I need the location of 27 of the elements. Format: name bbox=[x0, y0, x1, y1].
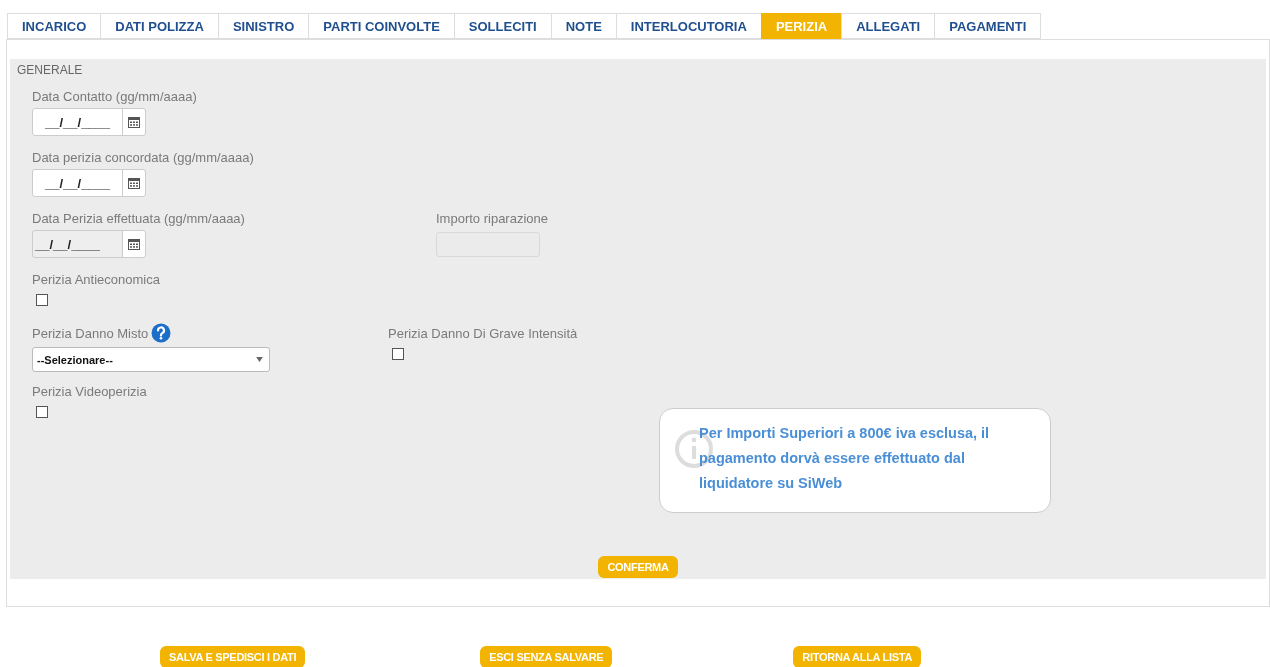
tab[interactable]: SINISTRO bbox=[217, 13, 309, 39]
checkbox[interactable] bbox=[392, 348, 404, 360]
field-label: Perizia Antieconomica bbox=[32, 271, 160, 287]
notice-text: Per Importi Superiori a 800€ iva esclusa, il pagamento dorvà essere effettuato dal liquidatore su SiWeb bbox=[699, 424, 991, 493]
help-icon[interactable] bbox=[151, 323, 172, 343]
section-title: GENERALE bbox=[17, 63, 84, 77]
checkbox[interactable] bbox=[36, 406, 48, 418]
date-field[interactable]: __/__/____ bbox=[32, 108, 146, 136]
select-dropdown[interactable]: --Selezionare-- bbox=[32, 347, 270, 372]
tab[interactable]: NOTE bbox=[550, 13, 616, 39]
tab[interactable]: SOLLECITI bbox=[453, 13, 551, 39]
field-label: Data Contatto (gg/mm/aaaa) bbox=[32, 88, 197, 104]
checkbox[interactable] bbox=[36, 294, 48, 306]
tab[interactable]: PAGAMENTI bbox=[934, 13, 1042, 39]
tab[interactable]: INTERLOCUTORIA bbox=[615, 13, 761, 39]
tab[interactable]: PARTI COINVOLTE bbox=[308, 13, 454, 39]
tab[interactable]: ALLEGATI bbox=[841, 13, 935, 39]
field-label: Perizia Danno Misto bbox=[32, 325, 149, 341]
field-label: Perizia Danno Di Grave Intensità bbox=[388, 325, 578, 341]
field-label: Data Perizia effettuata (gg/mm/aaaa) bbox=[32, 210, 245, 226]
tab[interactable]: INCARICO bbox=[7, 13, 101, 39]
caret-icon bbox=[256, 357, 263, 362]
date-field[interactable]: __/__/____ bbox=[32, 169, 146, 197]
tab[interactable]: DATI POLIZZA bbox=[100, 13, 218, 39]
field-label: Importo riparazione bbox=[436, 210, 548, 226]
field-label: Data perizia concordata (gg/mm/aaaa) bbox=[32, 149, 254, 165]
field-label: Perizia Videoperizia bbox=[32, 383, 147, 399]
